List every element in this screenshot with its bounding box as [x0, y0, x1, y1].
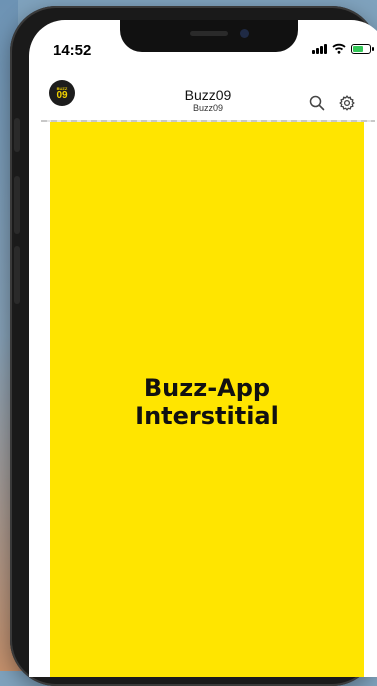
interstitial-text: Buzz-App Interstitial [135, 374, 279, 430]
wifi-icon [332, 43, 346, 54]
speaker-grille [190, 31, 228, 36]
screen: 14:52 BUZZ 09 Buzz09 Buzz09 Buzz-App Int… [29, 20, 377, 677]
search-button[interactable] [307, 93, 327, 113]
status-time: 14:52 [53, 42, 92, 59]
volume-up-button [14, 176, 20, 234]
status-icons [312, 43, 374, 54]
app-header: BUZZ 09 Buzz09 Buzz09 [29, 68, 377, 118]
interstitial-ad[interactable]: Buzz-App Interstitial [50, 122, 364, 677]
battery-icon [351, 43, 374, 54]
front-camera [240, 29, 249, 38]
interstitial-line-1: Buzz-App [143, 374, 271, 402]
mute-switch [14, 118, 20, 152]
phone-frame: 14:52 BUZZ 09 Buzz09 Buzz09 Buzz-App Int… [10, 6, 377, 686]
settings-button[interactable] [337, 93, 357, 113]
search-icon [309, 95, 325, 111]
signal-icon [312, 43, 327, 54]
volume-down-button [14, 246, 20, 304]
notch [120, 20, 298, 52]
gear-icon [339, 95, 355, 111]
interstitial-line-2: Interstitial [135, 402, 279, 430]
